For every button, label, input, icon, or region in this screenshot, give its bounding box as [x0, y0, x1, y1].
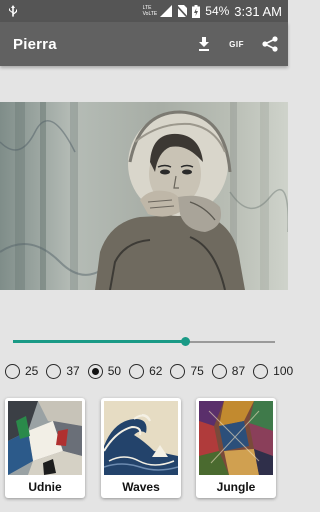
slider-fill	[13, 340, 186, 343]
battery-charging-icon	[192, 4, 201, 18]
app-bar: Pierra GIF	[0, 22, 288, 66]
style-card-udnie[interactable]: Udnie	[5, 398, 85, 498]
slider-thumb[interactable]	[180, 337, 190, 346]
radio-label: 75	[190, 364, 204, 378]
radio-label: 87	[231, 364, 246, 378]
network-type: LTE VoLTE	[142, 5, 158, 17]
style-carousel: Udnie Waves Jungle	[0, 398, 288, 500]
style-card-label: Waves	[122, 480, 160, 494]
waves-thumbnail	[104, 401, 178, 475]
radio-option-62[interactable]: 62	[129, 363, 163, 379]
gif-button[interactable]: GIF	[229, 40, 244, 49]
no-sim-icon	[177, 5, 188, 17]
status-bar: LTE VoLTE 54% 3:31 AM	[0, 0, 288, 22]
style-card-label: Udnie	[28, 480, 62, 494]
style-card-jungle[interactable]: Jungle	[196, 398, 276, 498]
radio-label: 50	[107, 364, 122, 378]
stylized-artwork[interactable]	[0, 102, 288, 290]
style-card-label: Jungle	[216, 480, 256, 494]
artwork-image	[0, 102, 288, 290]
radio-selected-dot	[91, 367, 99, 375]
radio-circle[interactable]	[253, 363, 269, 379]
page-title: Pierra	[13, 35, 57, 53]
resolution-options: 25 37 50 62 75 87 100	[5, 362, 293, 380]
clock: 3:31 AM	[234, 3, 282, 19]
jungle-thumbnail	[199, 401, 273, 475]
radio-option-37[interactable]: 37	[46, 363, 80, 379]
download-button[interactable]	[197, 37, 211, 51]
radio-label: 100	[273, 364, 294, 378]
radio-option-75[interactable]: 75	[170, 363, 204, 379]
radio-circle[interactable]	[46, 363, 62, 379]
share-button[interactable]	[262, 36, 278, 52]
download-icon	[199, 37, 210, 51]
battery-percent: 54%	[205, 4, 230, 18]
radio-circle-selected[interactable]	[87, 363, 103, 379]
radio-label: 25	[25, 364, 39, 378]
radio-circle[interactable]	[170, 363, 186, 379]
radio-option-100[interactable]: 100	[253, 363, 294, 379]
gif-icon: GIF	[229, 39, 244, 49]
radio-circle[interactable]	[5, 363, 20, 379]
radio-option-50[interactable]: 50	[87, 363, 122, 379]
style-card-waves[interactable]: Waves	[101, 398, 181, 498]
radio-label: 37	[66, 364, 80, 378]
usb-icon	[9, 5, 17, 17]
share-icon	[262, 36, 278, 52]
radio-option-25[interactable]: 25	[5, 363, 39, 379]
udnie-thumbnail	[8, 401, 82, 475]
radio-option-87[interactable]: 87	[211, 363, 246, 379]
strength-slider[interactable]	[13, 334, 275, 350]
signal-icon	[160, 5, 173, 17]
radio-label: 62	[149, 364, 163, 378]
radio-circle[interactable]	[211, 363, 227, 379]
radio-circle[interactable]	[129, 363, 145, 379]
